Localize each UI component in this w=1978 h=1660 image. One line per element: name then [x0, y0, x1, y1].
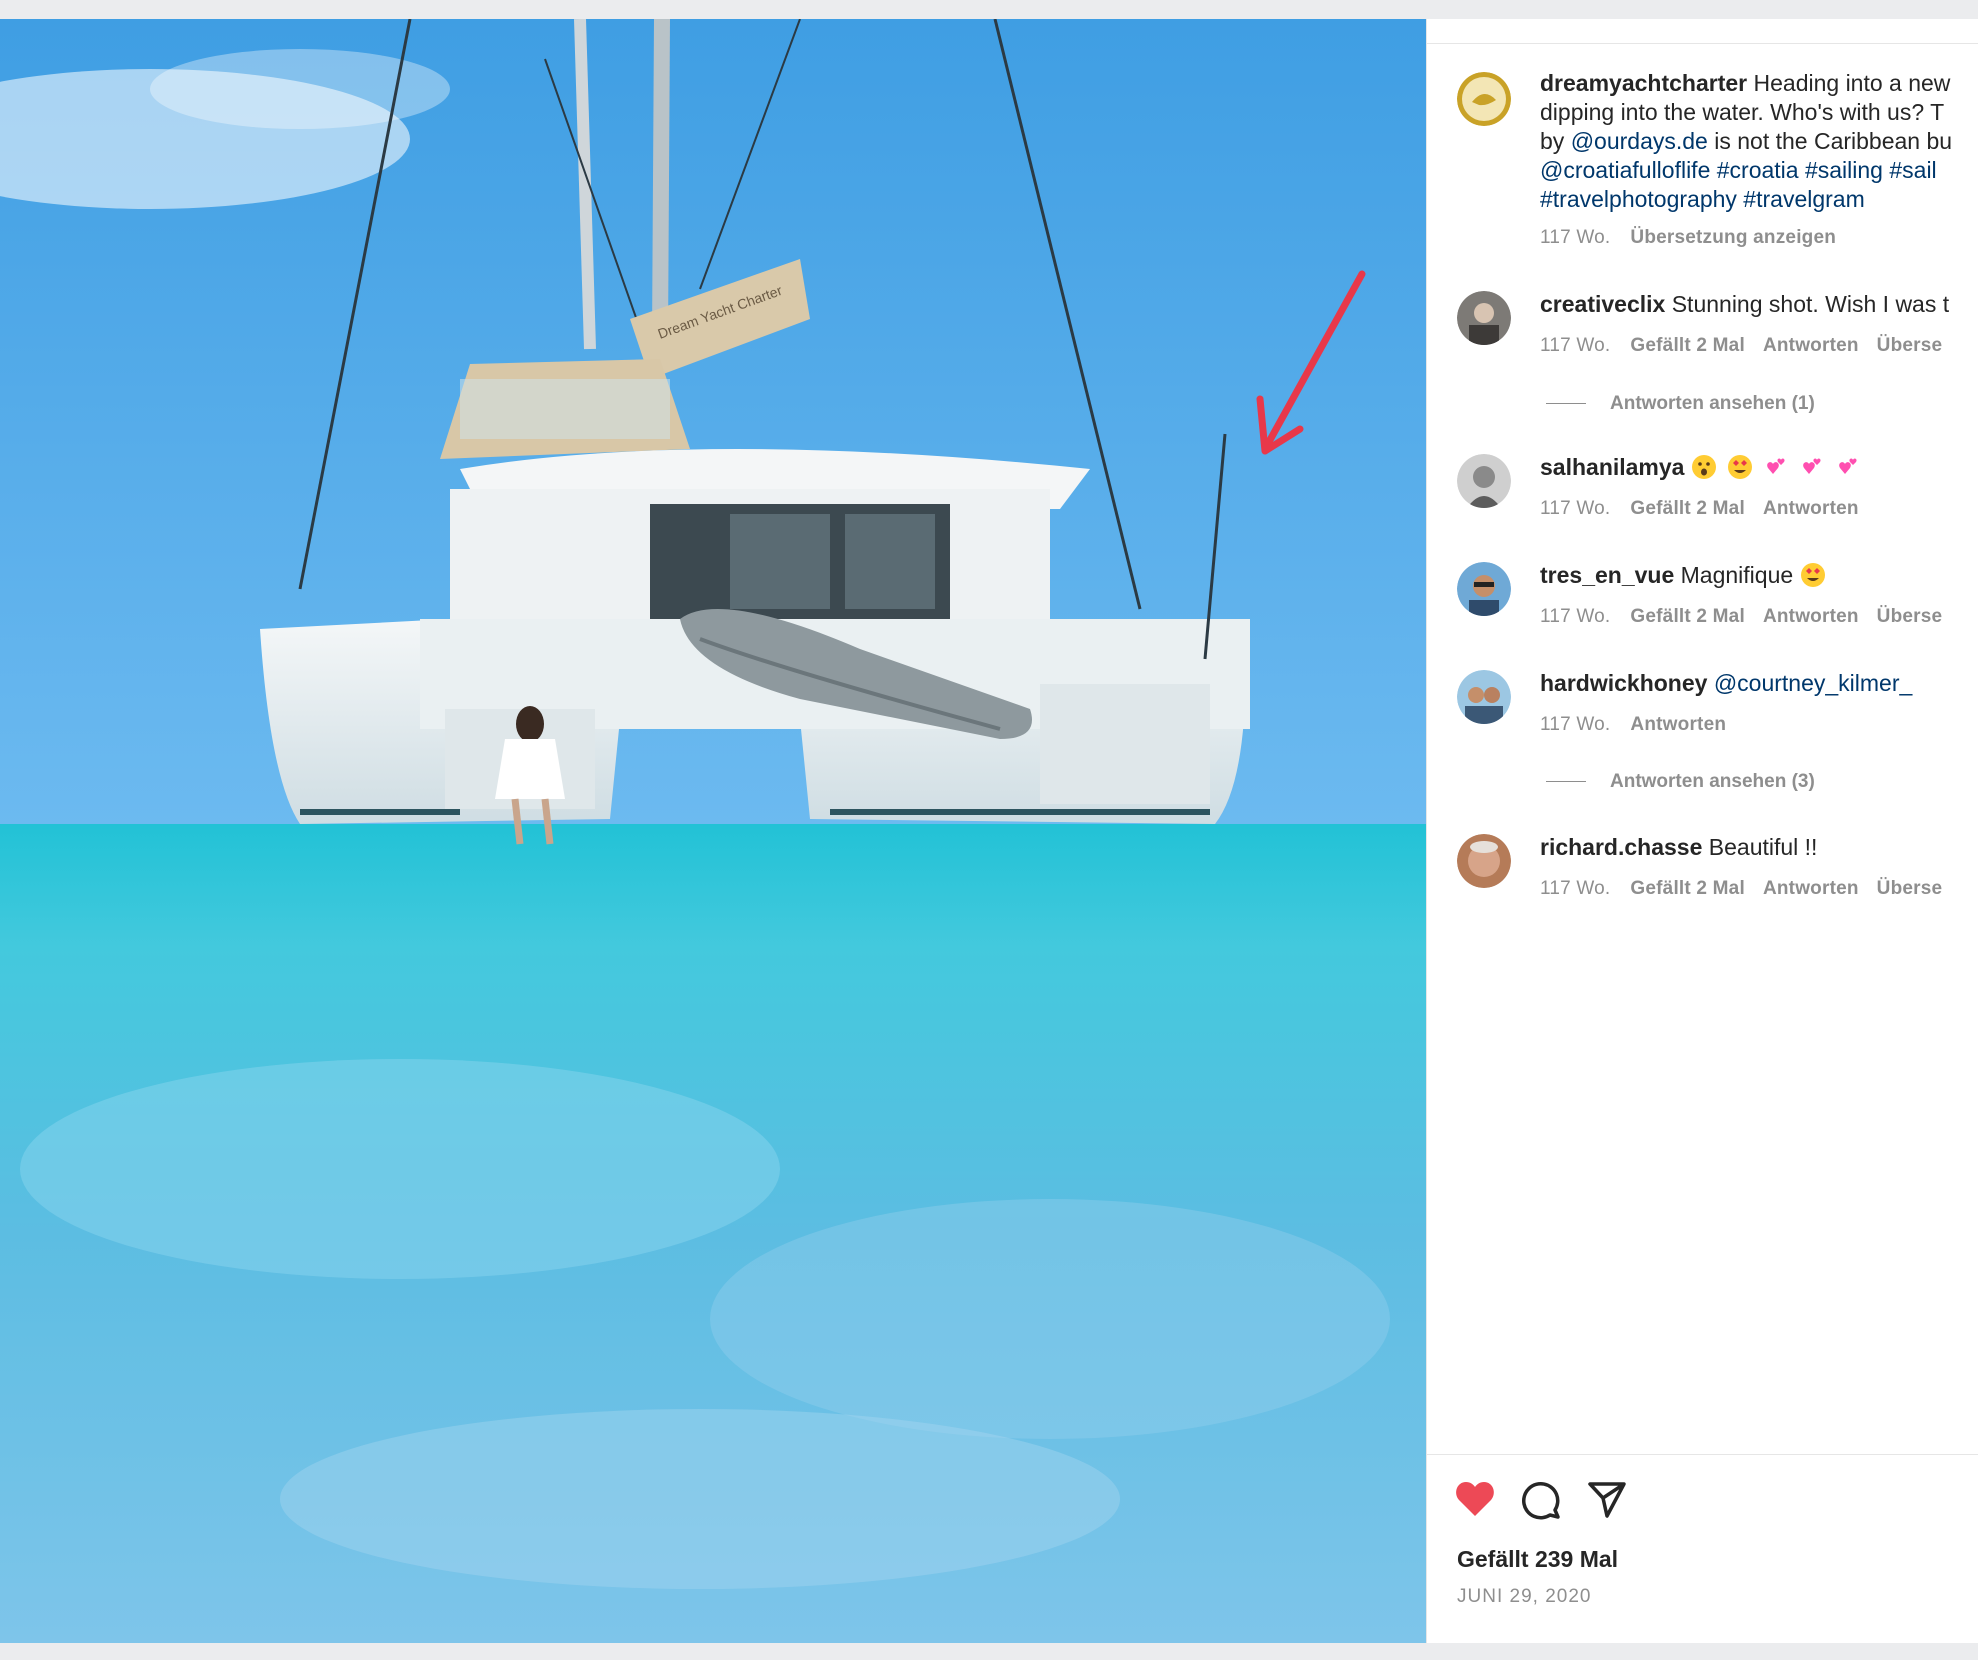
reply-button[interactable]: Antworten: [1630, 714, 1726, 735]
caption-line-1: Heading into a new: [1747, 70, 1951, 96]
translate-link[interactable]: Überse: [1877, 878, 1943, 899]
comment-text: creativeclix Stunning shot. Wish I was t: [1540, 291, 1949, 318]
heart-eyes-emoji-icon: [1800, 562, 1826, 588]
comment-text: hardwickhoney @courtney_kilmer_: [1540, 670, 1912, 697]
comment-likes[interactable]: Gefällt 2 Mal: [1630, 606, 1745, 627]
divider: [1427, 43, 1978, 44]
comment-likes[interactable]: Gefällt 2 Mal: [1630, 878, 1745, 899]
caption-avatar[interactable]: [1457, 72, 1511, 126]
caption-line-2: dipping into the water. Who's with us? T: [1540, 99, 1945, 125]
avatar[interactable]: [1457, 454, 1511, 508]
comment-meta: 117 Wo. Gefällt 2 Mal Antworten Überse: [1540, 878, 1960, 900]
comment-meta: 117 Wo. Gefällt 2 Mal Antworten Überse: [1540, 335, 1960, 357]
comment-time: 117 Wo.: [1540, 714, 1611, 735]
reply-button[interactable]: Antworten: [1763, 335, 1859, 356]
view-replies-label: Antworten ansehen (1): [1610, 393, 1815, 414]
comment-time: 117 Wo.: [1540, 878, 1611, 899]
post-image[interactable]: Dream Yacht Charter MREZNICA TL: [0, 19, 1426, 1643]
comment-mention[interactable]: @courtney_kilmer_: [1714, 670, 1912, 696]
translate-link[interactable]: Überse: [1877, 335, 1943, 356]
heart-icon[interactable]: [1453, 1477, 1497, 1521]
comment-likes[interactable]: Gefällt 2 Mal: [1630, 498, 1745, 519]
comment-meta: 117 Wo. Gefällt 2 Mal Antworten: [1540, 498, 1877, 520]
actions-divider: [1427, 1454, 1978, 1455]
likes-count[interactable]: Gefällt 239 Mal: [1457, 1546, 1618, 1573]
comment-username[interactable]: creativeclix: [1540, 291, 1665, 317]
heart-eyes-emoji-icon: [1727, 454, 1753, 480]
comment-meta: 117 Wo. Gefällt 2 Mal Antworten Überse: [1540, 606, 1960, 628]
comment-username[interactable]: salhanilamya: [1540, 454, 1684, 480]
avatar[interactable]: [1457, 670, 1511, 724]
comment-body: Magnifique: [1674, 562, 1800, 588]
reply-button[interactable]: Antworten: [1763, 606, 1859, 627]
comment-username[interactable]: tres_en_vue: [1540, 562, 1674, 588]
avatar[interactable]: [1457, 291, 1511, 345]
comment-text: richard.chasse Beautiful !!: [1540, 834, 1817, 861]
caption-hashtags-1[interactable]: @croatiafulloflife #croatia #sailing #sa…: [1540, 156, 1978, 185]
reply-button[interactable]: Antworten: [1763, 498, 1859, 519]
post-date: JUNI 29, 2020: [1457, 1586, 1592, 1607]
two-hearts-emoji-icon: [1800, 454, 1826, 480]
caption-username[interactable]: dreamyachtcharter: [1540, 70, 1747, 96]
replies-dash: [1546, 403, 1586, 405]
translate-link[interactable]: Überse: [1877, 606, 1943, 627]
translate-link[interactable]: Übersetzung anzeigen: [1630, 227, 1836, 248]
catamaran-photo: Dream Yacht Charter MREZNICA TL: [0, 19, 1426, 1643]
comment-time: 117 Wo.: [1540, 335, 1611, 356]
share-icon[interactable]: [1585, 1477, 1629, 1521]
avatar[interactable]: [1457, 562, 1511, 616]
caption-hashtags-2[interactable]: #travelphotography #travelgram: [1540, 185, 1978, 214]
comment-username[interactable]: richard.chasse: [1540, 834, 1702, 860]
comment-text: salhanilamya: [1540, 454, 1866, 481]
comment-time: 117 Wo.: [1540, 606, 1611, 627]
post-caption: dreamyachtcharter Heading into a new dip…: [1540, 69, 1978, 214]
comment-username[interactable]: hardwickhoney: [1540, 670, 1707, 696]
comment-icon[interactable]: [1519, 1477, 1563, 1521]
comment-text: tres_en_vue Magnifique: [1540, 562, 1830, 589]
comment-time: 117 Wo.: [1540, 498, 1611, 519]
caption-line-3-post: is not the Caribbean bu: [1707, 128, 1953, 154]
post-details-panel: dreamyachtcharter Heading into a new dip…: [1426, 19, 1978, 1643]
caption-time: 117 Wo.: [1540, 227, 1611, 248]
caption-mention[interactable]: @ourdays.de: [1571, 128, 1708, 154]
comment-body: Beautiful !!: [1702, 834, 1818, 860]
comment-meta: 117 Wo. Antworten: [1540, 714, 1744, 736]
comment-likes[interactable]: Gefällt 2 Mal: [1630, 335, 1745, 356]
two-hearts-emoji-icon: [1764, 454, 1790, 480]
caption-meta: 117 Wo. Übersetzung anzeigen: [1540, 227, 1854, 249]
comment-body: Stunning shot. Wish I was t: [1665, 291, 1950, 317]
view-replies-button[interactable]: Antworten ansehen (1): [1546, 393, 1815, 415]
replies-dash: [1546, 781, 1586, 783]
two-hearts-emoji-icon: [1836, 454, 1862, 480]
reply-button[interactable]: Antworten: [1763, 878, 1859, 899]
caption-line-3-pre: by: [1540, 128, 1571, 154]
hushed-face-emoji-icon: [1691, 454, 1717, 480]
avatar[interactable]: [1457, 834, 1511, 888]
view-replies-label: Antworten ansehen (3): [1610, 771, 1815, 792]
view-replies-button[interactable]: Antworten ansehen (3): [1546, 771, 1815, 793]
